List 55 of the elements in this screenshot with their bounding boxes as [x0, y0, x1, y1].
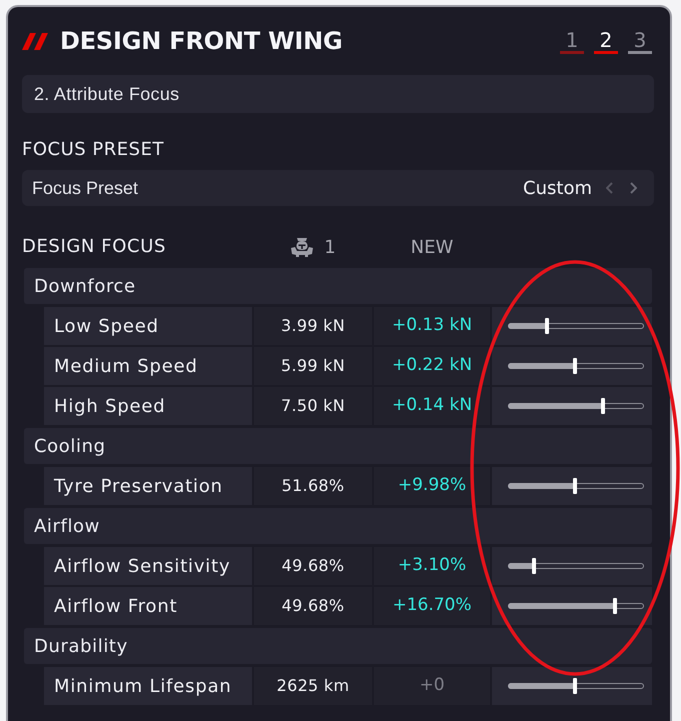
slider-thumb[interactable]: [601, 398, 606, 414]
slider-thumb[interactable]: [532, 558, 536, 574]
slider-track[interactable]: [508, 678, 644, 694]
slider-track[interactable]: [508, 318, 644, 334]
current-value: 3.99 kN: [254, 307, 372, 345]
new-value: +0.14 kN: [374, 387, 490, 425]
slider-track[interactable]: [508, 358, 644, 374]
attribute-name: Airflow Front: [44, 587, 252, 625]
new-value: +9.98%: [374, 467, 490, 505]
slider-thumb[interactable]: [572, 478, 577, 494]
attribute-name: High Speed: [44, 387, 252, 425]
new-value: +3.10%: [374, 547, 490, 585]
new-value: +0: [374, 667, 490, 705]
attribute-name: Low Speed: [44, 307, 252, 345]
attribute-name: Medium Speed: [44, 347, 252, 385]
next-preset-button[interactable]: [628, 180, 638, 196]
car-front-icon: [290, 235, 314, 259]
category-header: Cooling: [24, 428, 652, 464]
slider-thumb[interactable]: [572, 358, 577, 374]
step-tab[interactable]: 2: [594, 28, 618, 54]
new-value: +0.13 kN: [374, 307, 490, 345]
slider-track[interactable]: [508, 398, 644, 414]
slider-track[interactable]: [508, 558, 644, 574]
focus-preset-heading: FOCUS PRESET: [22, 139, 164, 161]
slider-thumb[interactable]: [613, 598, 618, 614]
new-value: +16.70%: [374, 587, 490, 625]
slider-thumb[interactable]: [572, 678, 577, 694]
current-column-label: 1: [324, 236, 336, 260]
current-value: 5.99 kN: [254, 347, 372, 385]
attribute-name: Airflow Sensitivity: [44, 547, 252, 585]
step-title: 2. Attribute Focus: [34, 82, 180, 106]
step-tab[interactable]: 1: [560, 28, 584, 54]
step-tab[interactable]: 3: [628, 28, 652, 54]
current-value: 49.68%: [254, 587, 372, 625]
slider-track[interactable]: [508, 478, 644, 494]
slash-marks-icon: [22, 32, 48, 50]
current-value: 51.68%: [254, 467, 372, 505]
design-focus-heading: DESIGN FOCUS: [22, 236, 166, 257]
chevron-right-icon: [630, 182, 636, 194]
current-value: 49.68%: [254, 547, 372, 585]
focus-preset-value[interactable]: Custom: [523, 174, 592, 202]
panel-title: DESIGN FRONT WING: [60, 27, 343, 55]
current-value: 2625 km: [254, 667, 372, 705]
chevron-left-icon: [606, 182, 612, 194]
slider-thumb[interactable]: [545, 318, 550, 334]
category-header: Downforce: [24, 268, 652, 304]
current-value: 7.50 kN: [254, 387, 372, 425]
new-value: +0.22 kN: [374, 347, 490, 385]
category-header: Durability: [24, 628, 652, 664]
category-header: Airflow: [24, 508, 652, 544]
new-column-label: NEW: [410, 236, 454, 260]
attribute-name: Minimum Lifespan: [44, 667, 252, 705]
slider-track[interactable]: [508, 598, 644, 614]
attribute-name: Tyre Preservation: [44, 467, 252, 505]
focus-preset-label: Focus Preset: [32, 176, 138, 200]
